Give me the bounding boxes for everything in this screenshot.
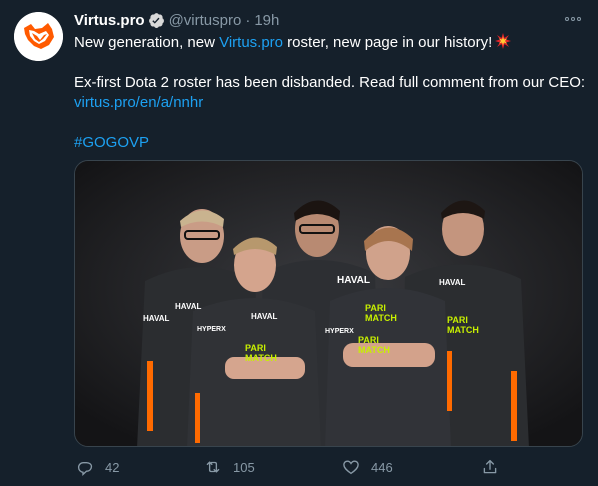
tweet-line-2: Ex-first Dota 2 roster has been disbande…: [74, 74, 586, 91]
avatar[interactable]: [14, 12, 63, 61]
hashtag-link[interactable]: #GOGOVP: [74, 133, 584, 153]
like-count: 446: [371, 459, 393, 475]
reply-icon: [77, 461, 93, 476]
retweet-icon: [206, 461, 220, 473]
article-link[interactable]: virtus.pro/en/a/nnhr: [74, 93, 584, 113]
share-button[interactable]: [481, 458, 499, 476]
jersey-sponsor: MATCH: [447, 325, 479, 335]
reply-button[interactable]: 42: [76, 458, 119, 476]
jersey-sponsor: HYPERX: [325, 328, 354, 335]
tweet-card[interactable]: Virtus.pro @virtuspro · 19h New generati…: [0, 0, 598, 486]
heart-icon: [343, 460, 359, 475]
team-photo-icon: HAVAL PARI MATCH PARI MATCH PARI MATCH P…: [75, 161, 582, 446]
retweet-button[interactable]: 105: [204, 458, 255, 476]
reply-count: 42: [105, 459, 120, 475]
separator-dot: ·: [245, 11, 251, 29]
author-name[interactable]: Virtus.pro: [74, 12, 145, 29]
virtuspro-bear-logo-icon: [14, 12, 63, 61]
jersey-sponsor: PARI: [358, 335, 379, 345]
tweet-text: New generation, new Virtus.pro roster, n…: [74, 33, 586, 153]
jersey-sponsor: MATCH: [358, 345, 390, 355]
jersey-sponsor: HAVAL: [143, 314, 169, 323]
retweet-count: 105: [233, 459, 255, 475]
author-handle[interactable]: @virtuspro: [169, 12, 242, 29]
like-button[interactable]: 446: [342, 458, 393, 476]
share-icon: [483, 459, 497, 474]
jersey-sponsor: MATCH: [245, 353, 277, 363]
jersey-sponsor: PARI: [245, 343, 266, 353]
tweet-timestamp[interactable]: 19h: [254, 12, 279, 29]
collision-emoji-icon: [495, 33, 512, 49]
tweet-photo[interactable]: HAVAL PARI MATCH PARI MATCH PARI MATCH P…: [74, 160, 583, 447]
jersey-sponsor: PARI: [365, 303, 386, 313]
jersey-sponsor: HAVAL: [439, 278, 465, 287]
text-segment: roster, new page in our history!: [283, 34, 493, 51]
jersey-sponsor: MATCH: [365, 313, 397, 323]
verified-badge-icon: [148, 12, 165, 29]
jersey-sponsor: HAVAL: [175, 302, 201, 311]
jersey-sponsor: HYPERX: [197, 326, 226, 333]
tweet-actions: 42 105 446: [74, 456, 584, 478]
jersey-sponsor: HAVAL: [251, 312, 277, 321]
virtuspro-link[interactable]: Virtus.pro: [219, 34, 283, 51]
text-segment: New generation, new: [74, 34, 220, 51]
jersey-sponsor: PARI: [447, 315, 468, 325]
tweet-line-1: New generation, new Virtus.pro roster, n…: [74, 33, 584, 53]
tweet-header: Virtus.pro @virtuspro · 19h: [74, 10, 279, 30]
more-options-icon[interactable]: [562, 12, 584, 26]
jersey-sponsor: HAVAL: [337, 275, 370, 286]
